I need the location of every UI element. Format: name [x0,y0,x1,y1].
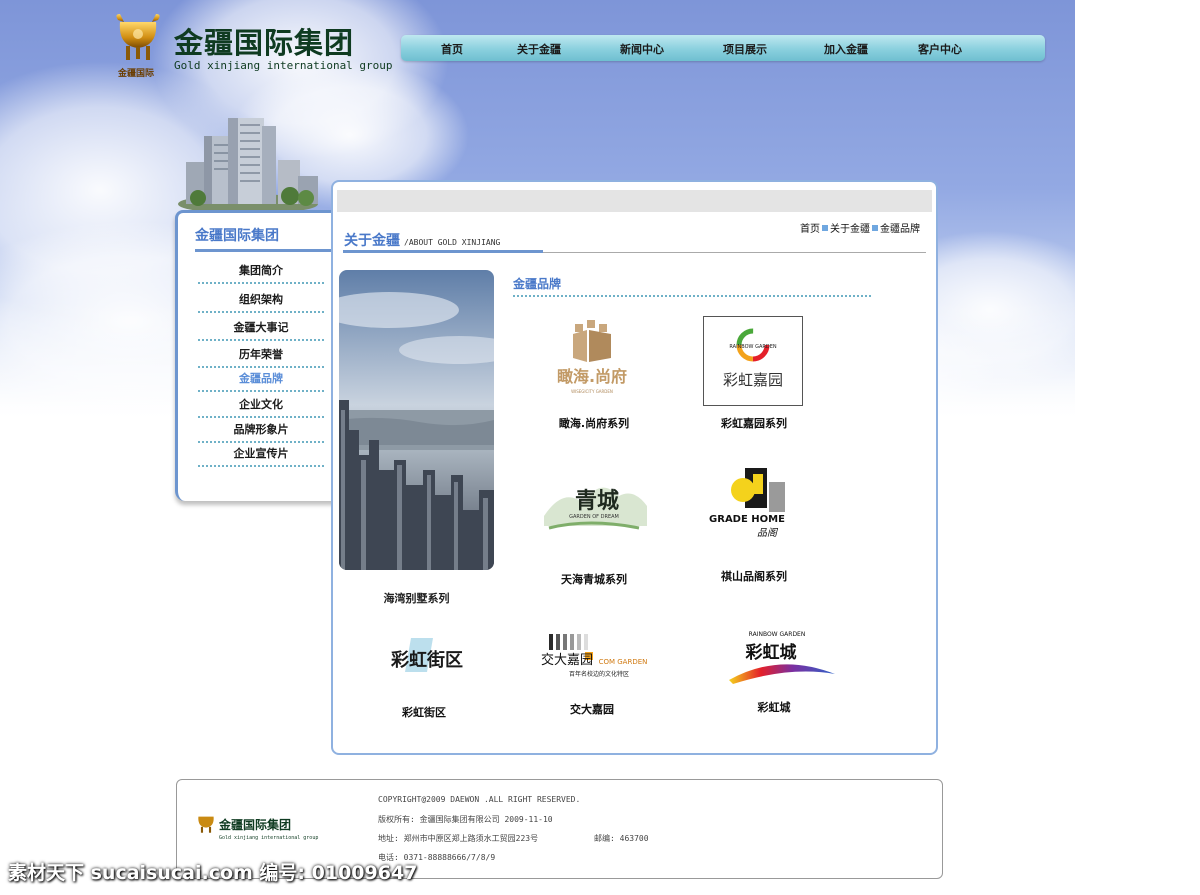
footer-logo-cn: 金疆国际集团 [219,818,292,832]
kanhai-logo-icon: 瞰海.尚府 WISEGICITY GARDEN [557,320,627,394]
svg-text:GARDEN OF DREAM: GARDEN OF DREAM [569,514,619,520]
footer-postcode: 邮编: 463700 [594,834,649,843]
main-nav: 首页 关于金疆 新闻中心 项目展示 加入金疆 客户中心 [401,35,1045,61]
sidebar-item-milestones[interactable]: 金疆大事记 [198,319,324,341]
section-title-cn: 关于金疆 [344,233,400,249]
footer-cauldron-icon [198,816,214,833]
svg-text:彩虹城: 彩虹城 [745,643,797,663]
nav-item-clients[interactable]: 客户中心 [918,41,962,57]
brand-card-jiaoda[interactable]: 交大嘉园 COM GARDEN 百年名校边的文化特区 交大嘉园 [517,620,667,740]
brand-caption: 瞰海.尚府系列 [558,417,630,430]
brand-card-rainbow-block[interactable]: 彩虹街区 彩虹街区 [349,620,499,740]
grade-home-logo-icon: GRADE HOME 品阁 [709,468,785,539]
svg-text:青城: 青城 [575,488,619,514]
logo-name-cn: 金疆国际集团 [174,26,355,60]
svg-text:彩虹街区: 彩虹街区 [390,649,463,671]
svg-text:RAINBOW GARDEN: RAINBOW GARDEN [729,344,776,350]
rainbow-garden-logo-icon: RAINBOW GARDEN 彩虹嘉园 [723,328,783,389]
footer-rights: 版权所有: 金疆国际集团有限公司 2009-11-10 [378,815,553,824]
building-illustration [178,118,318,212]
sidebar-title: 金疆国际集团 [195,228,279,244]
section-title: 关于金疆/ABOUT GOLD XINJIANG [344,230,500,250]
svg-text:GRADE HOME: GRADE HOME [709,514,785,525]
breadcrumb-separator-icon [822,225,828,231]
watermark-text: 素材天下 sucaisucai.com 编号: 01009647 [8,862,418,884]
breadcrumb-separator-icon [872,225,878,231]
logo-emblem-label: 金疆国际 [118,69,155,79]
brand-card-grade-home[interactable]: GRADE HOME 品阁 祺山品阁系列 [679,460,829,583]
svg-text:COM GARDEN: COM GARDEN [599,658,648,666]
brand-card-rainbow-garden[interactable]: RAINBOW GARDEN 彩虹嘉园 彩虹嘉园系列 [679,312,829,432]
qingcheng-logo-icon: 青城 GARDEN OF DREAM [544,487,647,530]
main-content-panel: 首页 关于金疆 金疆品牌 关于金疆/ABOUT GOLD XINJIANG 海湾… [331,180,938,755]
footer-copyright: COPYRIGHT@2009 DAEWON .ALL RIGHT RESERVE… [378,795,581,804]
sidebar-item-honors[interactable]: 历年荣誉 [198,346,324,368]
breadcrumb-home[interactable]: 首页 [800,224,820,235]
nav-item-about[interactable]: 关于金疆 [517,41,561,57]
breadcrumb-current: 金疆品牌 [880,224,920,235]
bronze-cauldron-icon [116,14,160,60]
footer-logo-en: Gold xinjiang international group [219,835,319,841]
brand-card-rainbow-city[interactable]: RAINBOW GARDEN 彩虹城 彩虹城 [699,620,849,740]
brand-caption: 彩虹街区 [402,706,446,719]
nav-item-news[interactable]: 新闻中心 [620,41,664,57]
sidebar-item-org-structure[interactable]: 组织架构 [198,291,324,313]
logo-name-en: Gold xinjiang international group [174,59,393,72]
sidebar-item-brands[interactable]: 金疆品牌 [198,370,324,392]
jiaoda-logo-icon: 交大嘉园 COM GARDEN 百年名校边的文化特区 [541,634,648,678]
sidebar-item-promo-film[interactable]: 企业宣传片 [198,445,324,467]
svg-text:彩虹嘉园: 彩虹嘉园 [723,371,783,389]
sidebar-menu: 金疆国际集团 集团简介 组织架构 金疆大事记 历年荣誉 金疆品牌 企业文化 品牌… [175,210,336,501]
svg-text:交大嘉园: 交大嘉园 [541,652,593,668]
svg-text:百年名校边的文化特区: 百年名校边的文化特区 [569,670,629,678]
svg-text:瞰海.尚府: 瞰海.尚府 [557,367,627,386]
rainbow-block-logo-icon: 彩虹街区 [390,638,463,672]
rainbow-garden-logo-frame: RAINBOW GARDEN 彩虹嘉园 [703,316,803,406]
footer-address: 地址: 郑州市中原区郑上路须水工贸园223号 [378,834,539,843]
sidebar-item-culture[interactable]: 企业文化 [198,396,324,418]
bay-villa-photo[interactable] [339,270,494,570]
sidebar-item-group-intro[interactable]: 集团简介 [198,262,324,284]
brand-heading: 金疆品牌 [513,277,562,291]
sidebar-title-underline [195,249,333,252]
brand-caption: 祺山品阁系列 [721,570,787,583]
nav-item-home[interactable]: 首页 [441,41,463,57]
brand-card-kanhai[interactable]: 瞰海.尚府 WISEGICITY GARDEN 瞰海.尚府系列 [519,312,669,432]
svg-text:WISEGICITY GARDEN: WISEGICITY GARDEN [571,389,613,394]
title-divider-accent [343,250,543,253]
svg-text:RAINBOW GARDEN: RAINBOW GARDEN [749,631,806,638]
sidebar-item-brand-film[interactable]: 品牌形象片 [198,421,324,443]
brand-card-qingcheng[interactable]: 青城 GARDEN OF DREAM 天海青城系列 [519,460,669,586]
breadcrumb-about[interactable]: 关于金疆 [830,224,870,235]
brand-caption: 彩虹嘉园系列 [721,417,787,430]
brand-caption: 彩虹城 [757,701,791,714]
svg-text:品阁: 品阁 [757,527,779,539]
rainbow-city-logo-icon: RAINBOW GARDEN 彩虹城 [729,631,835,684]
nav-item-projects[interactable]: 项目展示 [723,41,767,57]
brand-caption: 交大嘉园 [570,703,614,716]
section-title-en: /ABOUT GOLD XINJIANG [404,238,501,247]
breadcrumb: 首页 关于金疆 金疆品牌 [800,220,920,235]
brand-heading-divider [513,295,871,297]
brand-caption: 天海青城系列 [561,573,627,586]
photo-caption[interactable]: 海湾别墅系列 [339,590,494,606]
nav-item-join[interactable]: 加入金疆 [824,41,868,57]
panel-header-bar [337,190,932,212]
